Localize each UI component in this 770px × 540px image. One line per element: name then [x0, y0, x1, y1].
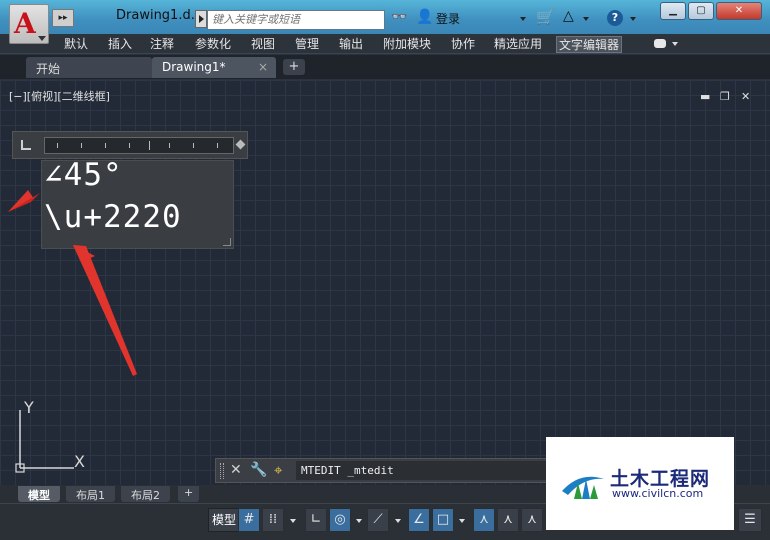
watermark-url: www.civilcn.com [612, 487, 704, 500]
add-layout-button[interactable]: + [178, 486, 200, 502]
arrow-annotation-2 [73, 245, 137, 376]
tab-addins[interactable]: 附加模块 [381, 36, 433, 53]
tab-collaborate[interactable]: 协作 [449, 36, 477, 53]
help-icon[interactable]: ? [607, 10, 623, 26]
application-menu-button[interactable]: A [9, 4, 49, 44]
new-tab-button[interactable]: + [283, 59, 305, 75]
tab-insert[interactable]: 插入 [106, 36, 134, 53]
tab-featured-apps[interactable]: 精选应用 [492, 36, 544, 53]
tab-layout2[interactable]: 布局2 [121, 486, 170, 502]
search-input[interactable] [207, 10, 385, 30]
annotation-visibility-icon[interactable]: ⋏ [473, 508, 495, 532]
polar-tracking-icon[interactable]: ◎ [329, 508, 351, 532]
annotation-arrows [8, 190, 137, 376]
title-bar: ▸▸ Drawing1.d... 👓 👤 登录 🛒 △ ? ▁ ▢ ✕ [0, 0, 770, 34]
ribbon-tabs: 默认 插入 注释 参数化 视图 管理 输出 附加模块 协作 精选应用 文字编辑器 [0, 34, 770, 54]
minimize-button[interactable]: ▁ [660, 2, 686, 20]
ribbon-toggle-icon [654, 39, 666, 48]
chevron-down-icon [672, 42, 678, 46]
tab-drawing1-label: Drawing1* [162, 60, 226, 74]
search-expand-button[interactable] [195, 10, 207, 28]
object-snap-icon[interactable]: □ [432, 508, 454, 532]
exchange-dropdown-icon[interactable] [583, 17, 589, 21]
cart-icon[interactable]: 🛒 [536, 8, 555, 26]
user-icon[interactable]: 👤 [416, 9, 433, 25]
ortho-icon[interactable]: ∟ [305, 508, 327, 532]
maximize-button[interactable]: ▢ [688, 2, 714, 20]
login-dropdown-icon[interactable] [520, 17, 526, 21]
polar-dropdown-icon[interactable] [356, 519, 362, 523]
tab-start[interactable]: 开始 [26, 57, 152, 78]
tab-drawing1[interactable]: Drawing1* × [152, 57, 276, 78]
snap-icon[interactable]: ⁞⁞ [262, 508, 284, 532]
auto-scale-icon[interactable]: ⋏ [497, 508, 519, 532]
command-prompt-icon[interactable]: ⌖ [274, 461, 282, 479]
drawing-canvas[interactable]: [−][俯视][二维线框] ▬ ❐ ✕ ∠45° \u+2220 Y X ✕ 🔧… [0, 80, 770, 485]
iso-draft-icon[interactable]: ⟋ [367, 508, 389, 532]
help-dropdown-icon[interactable] [630, 17, 636, 21]
tab-annotate[interactable]: 注释 [148, 36, 176, 53]
wrench-icon[interactable]: 🔧 [250, 462, 267, 478]
model-space-button[interactable]: 模型 [208, 508, 241, 532]
watermark: 土木工程网 www.civilcn.com [546, 437, 734, 530]
civilcn-logo-icon [562, 476, 604, 499]
exchange-icon[interactable]: △ [563, 8, 574, 24]
login-label[interactable]: 登录 [436, 10, 460, 27]
autocad-logo-icon: A [14, 7, 36, 40]
document-tabs: 开始 Drawing1* × [0, 55, 770, 79]
tab-output[interactable]: 输出 [337, 36, 365, 53]
object-snap-tracking-icon[interactable]: ∠ [408, 508, 430, 532]
close-icon[interactable]: × [258, 60, 268, 74]
chevron-down-icon [38, 36, 46, 41]
customize-menu-icon[interactable]: ☰ [738, 508, 762, 532]
close-icon[interactable]: ✕ [230, 462, 242, 478]
tab-start-label: 开始 [36, 62, 61, 76]
osnap-dropdown-icon[interactable] [459, 519, 465, 523]
annotation-scale-icon[interactable]: ⋏ [521, 508, 543, 532]
ribbon-display-toggle[interactable] [654, 37, 680, 51]
iso-dropdown-icon[interactable] [395, 519, 401, 523]
tab-default[interactable]: 默认 [62, 36, 90, 53]
snap-dropdown-icon[interactable] [290, 519, 296, 523]
command-input[interactable] [296, 461, 551, 480]
quick-access-expand-button[interactable]: ▸▸ [52, 9, 74, 27]
close-button[interactable]: ✕ [716, 2, 762, 20]
tab-text-editor[interactable]: 文字编辑器 [556, 36, 623, 53]
drag-handle-icon[interactable] [220, 463, 224, 479]
tab-model[interactable]: 模型 [18, 486, 60, 502]
binoculars-icon[interactable]: 👓 [391, 10, 407, 25]
command-line: ✕ 🔧 ⌖ [215, 458, 555, 483]
tab-layout1[interactable]: 布局1 [66, 486, 115, 502]
ucs-y-label: Y [24, 398, 34, 417]
document-title: Drawing1.d... [116, 8, 204, 23]
ucs-x-label: X [74, 452, 85, 471]
tab-manage[interactable]: 管理 [293, 36, 321, 53]
tab-parametric[interactable]: 参数化 [193, 36, 233, 53]
ucs-icon: Y X [12, 398, 92, 478]
tab-view[interactable]: 视图 [249, 36, 277, 53]
grid-icon[interactable]: # [238, 508, 260, 532]
